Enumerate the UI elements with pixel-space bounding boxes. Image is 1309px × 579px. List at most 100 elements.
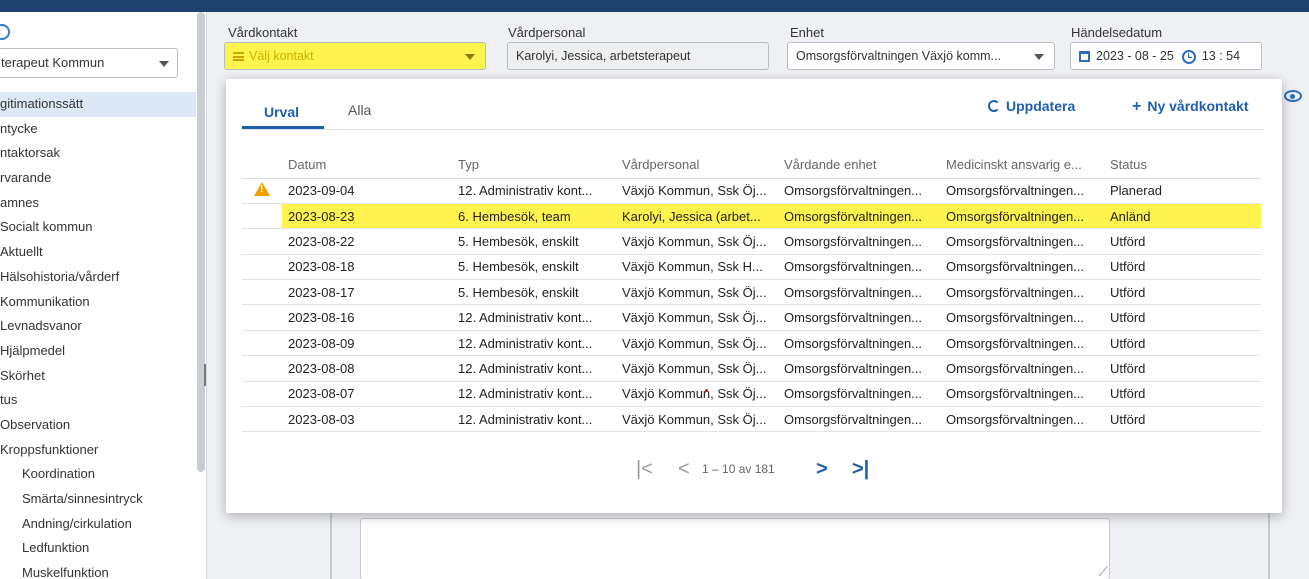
- date-value[interactable]: 2023 - 08 - 25: [1096, 49, 1174, 63]
- column-header[interactable]: Vårdpersonal: [616, 152, 778, 179]
- table-cell: 5. Hembesök, enskilt: [452, 228, 616, 255]
- table-cell: Omsorgsförvaltningen...: [778, 279, 940, 306]
- table-row[interactable]: 2023-09-04 12. Administrativ kont... Väx…: [242, 178, 1261, 204]
- table-row-highlighted[interactable]: 2023-08-23 6. Hembesök, team Karolyi, Je…: [242, 203, 1261, 230]
- table-cell: 2023-08-17: [282, 279, 452, 306]
- sidebar-scrollbar[interactable]: [197, 12, 205, 472]
- row-icon-cell: [242, 254, 282, 281]
- refresh-icon: [988, 100, 1000, 112]
- row-icon-cell: [242, 330, 282, 357]
- table-cell: 2023-08-18: [282, 254, 452, 281]
- vardkontakt-placeholder: Välj kontakt: [249, 49, 314, 63]
- column-header-icon: [242, 152, 282, 179]
- handelsedatum-label: Händelsedatum: [1071, 25, 1163, 40]
- sidebar-subitem[interactable]: Koordination: [0, 462, 196, 487]
- table-cell: Omsorgsförvaltningen...: [940, 330, 1104, 357]
- sidebar-item[interactable]: Hjälpmedel: [0, 339, 196, 364]
- table-row[interactable]: 2023-08-18 5. Hembesök, enskilt Växjö Ko…: [242, 254, 1261, 281]
- next-page-button[interactable]: >: [816, 459, 828, 479]
- sidebar-item[interactable]: Kommunikation: [0, 290, 196, 315]
- table-cell: Växjö Kommun, Ssk Öj...: [616, 381, 778, 408]
- sidebar-item[interactable]: Socialt kommun: [0, 215, 196, 240]
- table-row[interactable]: 2023-08-03 12. Administrativ kont... Väx…: [242, 406, 1261, 433]
- table-cell: Planerad: [1104, 178, 1261, 204]
- time-value[interactable]: 13 : 54: [1202, 49, 1240, 63]
- sidebar-item[interactable]: tus: [0, 388, 196, 413]
- table-cell: 12. Administrativ kont...: [452, 406, 616, 433]
- sidebar-item[interactable]: Kroppsfunktioner: [0, 438, 196, 463]
- sidebar-item[interactable]: amnes: [0, 191, 196, 216]
- sidebar-list: gitimationssätt ntycke ntaktorsak rvaran…: [0, 92, 196, 579]
- clock-icon[interactable]: [1181, 49, 1196, 64]
- vardkontakt-select[interactable]: Välj kontakt: [224, 42, 486, 70]
- tab-urval[interactable]: Urval: [264, 104, 299, 120]
- table-cell: Utförd: [1104, 381, 1261, 408]
- sidebar-item[interactable]: Levnadsvanor: [0, 314, 196, 339]
- sidebar-subitem[interactable]: Muskelfunktion: [0, 561, 196, 579]
- table-cell: 2023-08-23: [282, 203, 452, 230]
- new-contact-button[interactable]: + Ny vårdkontakt: [1132, 98, 1249, 116]
- table-cell: Omsorgsförvaltningen...: [778, 178, 940, 204]
- table-cell: 2023-08-16: [282, 304, 452, 331]
- table-cell: Omsorgsförvaltningen...: [778, 381, 940, 408]
- sidebar-item[interactable]: rvarande: [0, 166, 196, 191]
- sidebar-item[interactable]: Hälsohistoria/vårderf: [0, 265, 196, 290]
- sidebar-item[interactable]: ntycke: [0, 117, 196, 142]
- text-area[interactable]: [360, 518, 1110, 579]
- chevron-down-icon: [159, 61, 169, 67]
- sidebar-subitem[interactable]: Smärta/sinnesintryck: [0, 487, 196, 512]
- resize-handle[interactable]: [204, 364, 206, 386]
- warning-icon: [254, 182, 270, 197]
- table-cell: Växjö Kommun, Ssk H...: [616, 254, 778, 281]
- table-cell: 2023-08-07: [282, 381, 452, 408]
- sidebar-item[interactable]: Skörhet: [0, 364, 196, 389]
- prev-page-button[interactable]: <: [678, 459, 690, 479]
- role-select[interactable]: terapeut Kommun: [0, 48, 178, 78]
- sidebar-item[interactable]: gitimationssätt: [0, 92, 196, 117]
- table-cell: Utförd: [1104, 254, 1261, 281]
- table-row[interactable]: 2023-08-09 12. Administrativ kont... Väx…: [242, 330, 1261, 357]
- refresh-label: Uppdatera: [1006, 98, 1076, 114]
- tab-alla[interactable]: Alla: [348, 102, 371, 118]
- column-header[interactable]: Medicinskt ansvarig e...: [940, 152, 1104, 179]
- calendar-icon[interactable]: [1079, 51, 1090, 63]
- column-header[interactable]: Vårdande enhet: [778, 152, 940, 179]
- table-cell: Omsorgsförvaltningen...: [778, 406, 940, 433]
- table-cell: Omsorgsförvaltningen...: [778, 254, 940, 281]
- table-cell: 12. Administrativ kont...: [452, 381, 616, 408]
- sidebar-subitem[interactable]: Ledfunktion: [0, 536, 196, 561]
- table-row[interactable]: 2023-08-22 5. Hembesök, enskilt Växjö Ko…: [242, 228, 1261, 255]
- first-page-button[interactable]: |<: [636, 459, 653, 479]
- table-row[interactable]: 2023-08-17 5. Hembesök, enskilt Växjö Ko…: [242, 279, 1261, 306]
- table-cell: Omsorgsförvaltningen...: [778, 203, 940, 230]
- table-cell: 12. Administrativ kont...: [452, 355, 616, 382]
- refresh-button[interactable]: Uppdatera: [988, 98, 1075, 114]
- table-row[interactable]: 2023-08-07 12. Administrativ kont... Väx…: [242, 381, 1261, 408]
- last-page-button[interactable]: >|: [852, 459, 869, 479]
- top-app-bar: [0, 0, 1309, 12]
- row-icon-cell: [242, 406, 282, 433]
- table-row[interactable]: 2023-08-08 12. Administrativ kont... Väx…: [242, 355, 1261, 382]
- column-header[interactable]: Typ: [452, 152, 616, 179]
- column-header[interactable]: Status: [1104, 152, 1261, 179]
- sidebar: terapeut Kommun gitimationssätt ntycke n…: [0, 12, 207, 579]
- sidebar-item[interactable]: Observation: [0, 413, 196, 438]
- datetime-field[interactable]: 2023 - 08 - 25 13 : 54: [1070, 42, 1262, 70]
- enhet-select[interactable]: Omsorgsförvaltningen Växjö komm...: [787, 42, 1055, 70]
- sidebar-subitem[interactable]: Andning/cirkulation: [0, 512, 196, 537]
- info-icon[interactable]: [0, 24, 10, 40]
- table-cell: Omsorgsförvaltningen...: [778, 304, 940, 331]
- table-cell: Växjö Kommun, Ssk Öj...: [616, 355, 778, 382]
- table-cell: 12. Administrativ kont...: [452, 330, 616, 357]
- table-cell: Omsorgsförvaltningen...: [940, 279, 1104, 306]
- column-header[interactable]: Datum: [282, 152, 452, 179]
- sidebar-item[interactable]: ntaktorsak: [0, 141, 196, 166]
- sidebar-item[interactable]: Aktuellt: [0, 240, 196, 265]
- eye-icon[interactable]: [1284, 90, 1302, 102]
- table-cell: Växjö Kommun, Ssk Öj...: [616, 178, 778, 204]
- table-cell: 12. Administrativ kont...: [452, 304, 616, 331]
- role-select-value: terapeut Kommun: [1, 55, 105, 70]
- table-cell: Utförd: [1104, 330, 1261, 357]
- table-cell: Omsorgsförvaltningen...: [940, 406, 1104, 433]
- table-row[interactable]: 2023-08-16 12. Administrativ kont... Väx…: [242, 304, 1261, 331]
